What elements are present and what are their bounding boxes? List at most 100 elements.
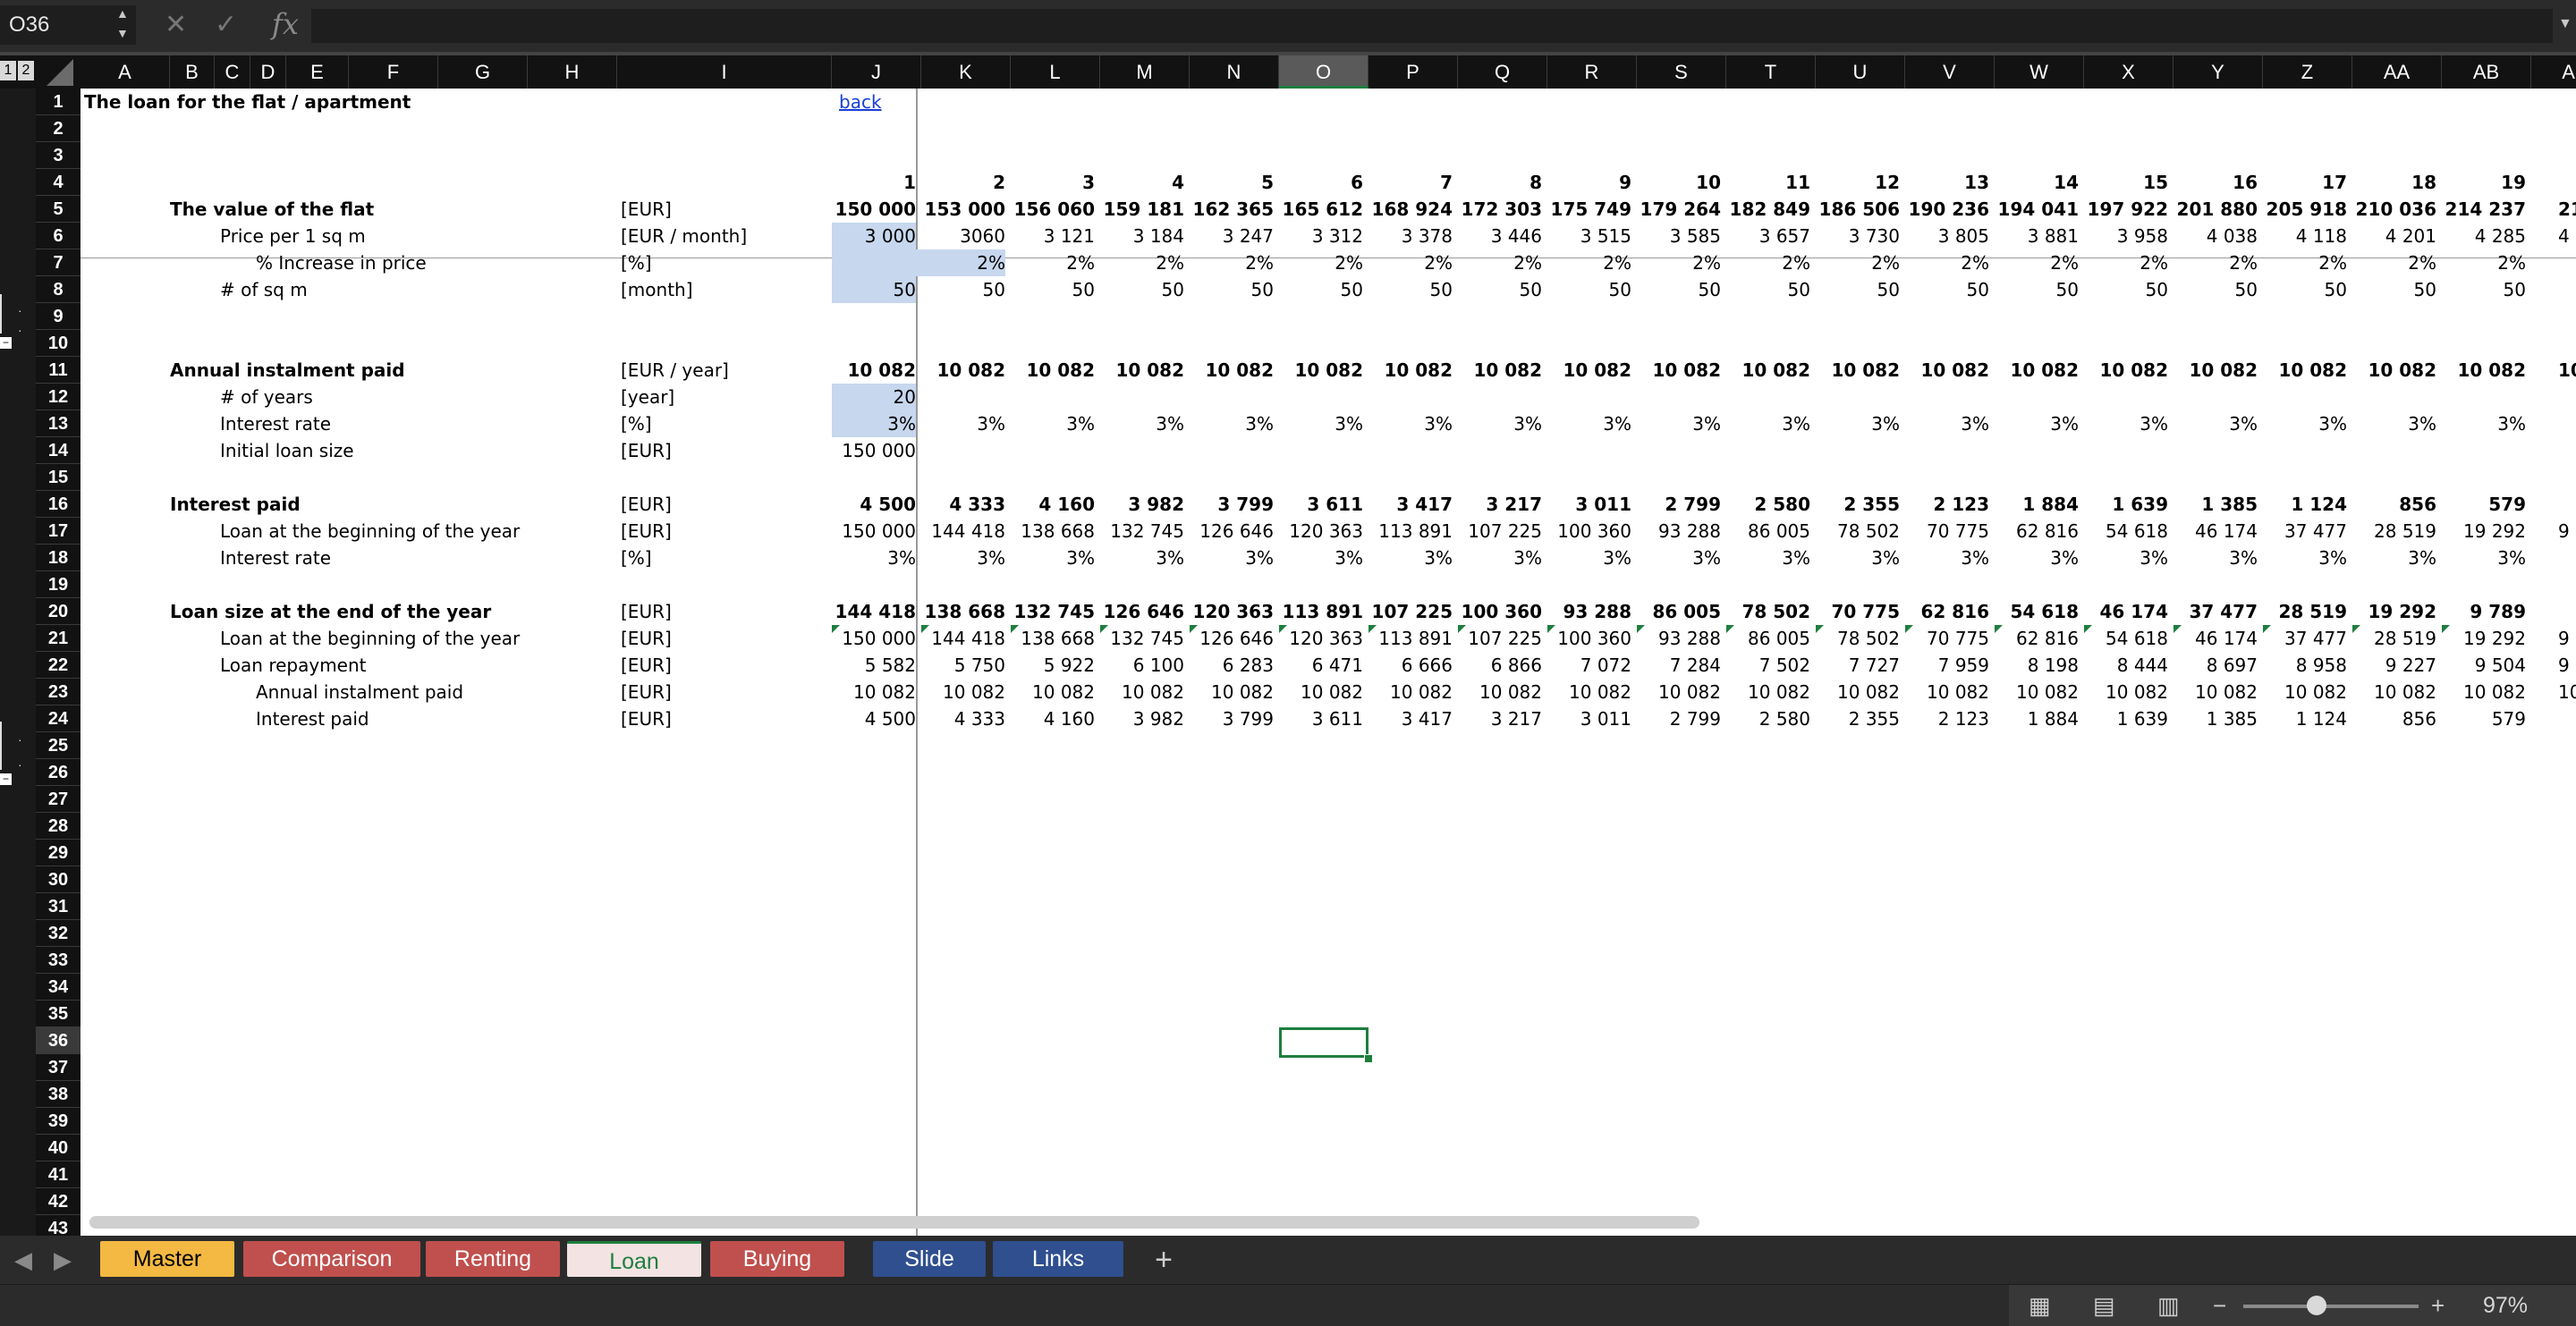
formula-warning-icon[interactable] [1905, 625, 1913, 633]
value-cell[interactable]: 5 582 [832, 652, 916, 679]
row-header-35[interactable]: 35 [36, 1001, 80, 1027]
row-header-27[interactable]: 27 [36, 786, 80, 813]
value-cell[interactable]: 50 [1100, 276, 1184, 303]
value-cell[interactable]: 10 082 [1011, 679, 1095, 705]
period-header-cell[interactable]: 2 [921, 169, 1005, 196]
value-cell[interactable]: 138 668 [1011, 625, 1095, 652]
value-cell[interactable]: 6 471 [1279, 652, 1363, 679]
previous-sheet-icon[interactable]: ◀ [14, 1246, 32, 1274]
formula-warning-icon[interactable] [2174, 625, 2182, 633]
value-cell[interactable]: 10 082 [1905, 679, 1989, 705]
value-cell[interactable]: 1 639 [2084, 491, 2168, 518]
value-cell[interactable]: 107 225 [1458, 625, 1542, 652]
formula-warning-icon[interactable] [1726, 625, 1734, 633]
value-cell[interactable]: 93 288 [1637, 518, 1721, 545]
column-header-n[interactable]: N [1190, 55, 1279, 89]
value-cell[interactable]: 2 123 [1905, 705, 1989, 732]
cancel-icon[interactable]: ✕ [165, 9, 187, 41]
outline-level-buttons[interactable]: 12 [0, 61, 36, 80]
unit-label[interactable]: [EUR] [621, 491, 672, 518]
value-cell[interactable]: 10 082 [2263, 357, 2347, 384]
row-header-41[interactable]: 41 [36, 1161, 80, 1188]
column-header-s[interactable]: S [1637, 55, 1726, 89]
row-header-11[interactable]: 11 [36, 357, 80, 384]
value-cell[interactable]: 10 082 [1100, 679, 1184, 705]
value-cell[interactable]: 10 082 [2442, 679, 2526, 705]
row-header-7[interactable]: 7 [36, 249, 80, 276]
value-cell[interactable]: 50 [1995, 276, 2079, 303]
value-cell[interactable]: 2% [1458, 249, 1542, 276]
value-cell[interactable]: 19 292 [2352, 598, 2436, 625]
row-header-34[interactable]: 34 [36, 974, 80, 1001]
formula-warning-icon[interactable] [1816, 625, 1824, 633]
row-header-18[interactable]: 18 [36, 545, 80, 571]
row-label[interactable]: % Increase in price [256, 249, 427, 276]
value-cell[interactable]: 2% [1816, 249, 1900, 276]
column-header-f[interactable]: F [349, 55, 438, 89]
zoom-out-icon[interactable]: − [2213, 1292, 2226, 1320]
value-cell[interactable]: 3% [1995, 410, 2079, 437]
value-cell[interactable]: 150 000 [832, 625, 916, 652]
value-cell[interactable]: 10 082 [1816, 357, 1900, 384]
value-cell[interactable]: 5 750 [921, 652, 1005, 679]
formula-warning-icon[interactable] [2084, 625, 2092, 633]
value-cell[interactable]: 132 745 [1011, 598, 1095, 625]
value-cell[interactable]: 3 446 [1458, 223, 1542, 249]
period-header-cell[interactable]: 6 [1279, 169, 1363, 196]
value-cell[interactable]: 3% [1547, 545, 1631, 571]
cell-area[interactable]: The loan for the flat / apartment back T… [80, 89, 2576, 1236]
value-cell[interactable]: 10 082 [2174, 679, 2258, 705]
row-label[interactable]: Interest paid [256, 705, 369, 732]
value-cell[interactable]: 8 697 [2174, 652, 2258, 679]
row-header-20[interactable]: 20 [36, 598, 80, 625]
row-header-33[interactable]: 33 [36, 947, 80, 974]
value-cell[interactable]: 7 502 [1726, 652, 1810, 679]
row-header-3[interactable]: 3 [36, 142, 80, 169]
collapse-group-icon[interactable]: − [0, 337, 12, 349]
period-header-cell[interactable]: 10 [1637, 169, 1721, 196]
row-label[interactable]: # of sq m [220, 276, 308, 303]
row-header-8[interactable]: 8 [36, 276, 80, 303]
period-header-cell[interactable]: 14 [1995, 169, 2079, 196]
input-cell[interactable]: 3% [832, 410, 916, 437]
value-cell[interactable]: 3 417 [1368, 491, 1453, 518]
value-cell[interactable]: 10 082 [921, 679, 1005, 705]
value-cell[interactable]: 3 799 [1190, 705, 1274, 732]
value-cell[interactable]: 4 118 [2263, 223, 2347, 249]
value-cell[interactable]: 113 891 [1279, 598, 1363, 625]
row-header-19[interactable]: 19 [36, 571, 80, 598]
spreadsheet-grid[interactable]: 12 ABCDEFGHIJKLMNOPQRSTUVWXYZAAABAC − · … [0, 55, 2576, 1236]
row-header-26[interactable]: 26 [36, 759, 80, 786]
sheet-tab-renting[interactable]: Renting [426, 1241, 560, 1277]
row-header-16[interactable]: 16 [36, 491, 80, 518]
formula-warning-icon[interactable] [1368, 625, 1377, 633]
value-cell[interactable]: 3% [2352, 410, 2436, 437]
value-cell[interactable]: 156 060 [1011, 196, 1095, 223]
formula-warning-icon[interactable] [1190, 625, 1198, 633]
value-cell[interactable]: 8 198 [1995, 652, 2079, 679]
value-cell[interactable]: 10 [2558, 679, 2576, 705]
value-cell[interactable]: 3% [921, 545, 1005, 571]
formula-warning-icon[interactable] [2263, 625, 2271, 633]
value-cell[interactable]: 3 958 [2084, 223, 2168, 249]
value-cell[interactable]: 10 082 [1368, 357, 1453, 384]
period-header-cell[interactable]: 3 [1011, 169, 1095, 196]
value-cell[interactable]: 205 918 [2263, 196, 2347, 223]
value-cell[interactable]: 3% [1279, 410, 1363, 437]
value-cell[interactable]: 3% [1100, 410, 1184, 437]
value-cell[interactable]: 10 082 [1637, 357, 1721, 384]
unit-label[interactable]: [EUR] [621, 679, 672, 705]
value-cell[interactable]: 3% [1190, 545, 1274, 571]
value-cell[interactable]: 138 668 [1011, 518, 1095, 545]
value-cell[interactable]: 62 816 [1905, 598, 1989, 625]
period-header-cell[interactable]: 11 [1726, 169, 1810, 196]
value-cell[interactable]: 4 201 [2352, 223, 2436, 249]
unit-label[interactable]: [month] [621, 276, 693, 303]
row-header-24[interactable]: 24 [36, 705, 80, 732]
row-header-1[interactable]: 1 [36, 89, 80, 115]
value-cell[interactable]: 1 884 [1995, 705, 2079, 732]
value-cell[interactable]: 10 082 [1458, 357, 1542, 384]
value-cell[interactable]: 62 816 [1995, 518, 2079, 545]
value-cell[interactable]: 7 284 [1637, 652, 1721, 679]
value-cell[interactable]: 162 365 [1190, 196, 1274, 223]
